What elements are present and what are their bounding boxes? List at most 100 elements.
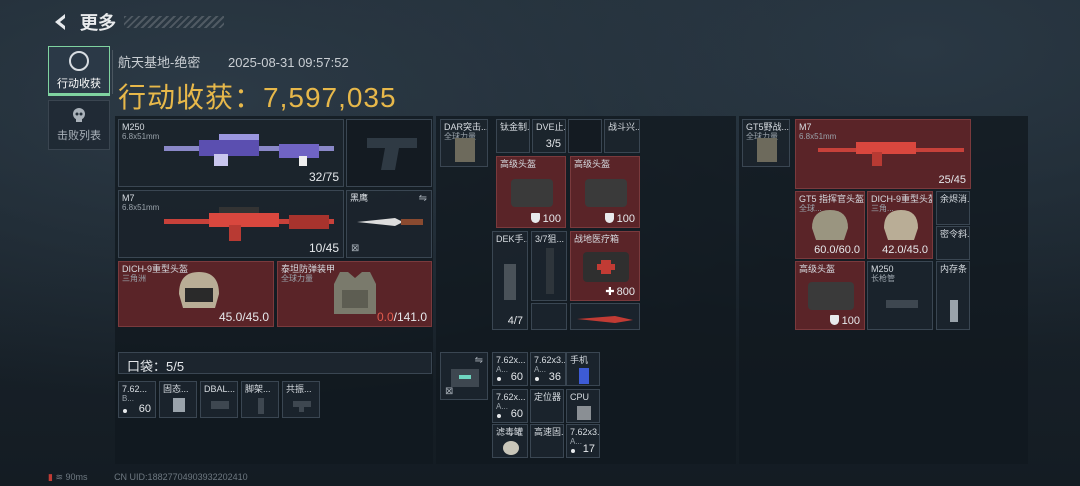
top-bar: 更多 <box>48 8 248 36</box>
backpack-item[interactable]: 7.62x3...A...17 <box>566 424 600 458</box>
item-name: 高级头盔 <box>799 264 836 274</box>
ammo-dot-icon <box>535 377 539 381</box>
stash-item[interactable]: 高级头盔 100 <box>795 261 865 330</box>
item-name: 7.62x3... <box>570 427 600 437</box>
safe-box-slot[interactable]: GT5野战... 全球力量 <box>742 119 790 167</box>
item-name: 3/7狙... <box>535 234 565 244</box>
stash-item[interactable]: M250 长枪管 <box>867 261 933 330</box>
item-name: 高级头盔 <box>574 159 611 169</box>
swap-icon[interactable]: ⇋ <box>419 193 427 204</box>
stash-item[interactable]: GT5 指挥官头盔 全球... 60.0/60.0 <box>795 191 865 259</box>
scope-icon <box>546 248 554 294</box>
back-arrow-icon[interactable] <box>48 9 74 35</box>
rig-item[interactable]: 高级头盔 100 <box>570 156 640 228</box>
chest-rig-slot[interactable]: DAR突击... 全球力量 <box>440 119 488 167</box>
backpack-item[interactable]: CPU <box>566 389 600 423</box>
stash-item[interactable]: M7 6.8x51mm 25/45 <box>795 119 971 189</box>
item-name: 手机 <box>570 355 589 365</box>
item-name: 黑鹰 <box>350 193 369 203</box>
item-count: 100 <box>829 315 860 327</box>
count-value: 800 <box>616 286 635 298</box>
rig-item[interactable]: DVE止... 3/5 <box>532 119 566 153</box>
rig-item[interactable]: 战地医疗箱 ✚ 800 <box>570 231 640 301</box>
helmet-icon <box>812 210 848 240</box>
tab-action-harvest[interactable]: 行动收获 <box>48 46 110 96</box>
item-sub: A... <box>570 437 583 446</box>
haul-amount: 7,597,035 <box>263 82 397 113</box>
rig-item[interactable]: DEK手... 4/7 <box>492 231 528 330</box>
item-name: 滤毒罐 <box>496 427 524 437</box>
target-icon <box>69 51 89 71</box>
pocket-item[interactable]: 脚架... <box>241 381 279 418</box>
tab-label: 行动收获 <box>57 78 101 90</box>
stash-item[interactable]: 余烬消... <box>936 191 970 225</box>
item-name: DEK手... <box>496 234 528 244</box>
battery-icon: ▮ <box>48 472 53 482</box>
laser-sight-icon <box>211 401 229 409</box>
backpack-item[interactable]: 定位器 <box>530 389 564 423</box>
item-name: 共振... <box>286 384 312 394</box>
m7-rifle-icon <box>164 207 334 241</box>
item-count: 17 <box>582 443 595 455</box>
tab-label: 击败列表 <box>57 130 101 142</box>
stash-item[interactable]: 内存条 <box>936 261 970 330</box>
item-count: 36 <box>548 371 561 383</box>
backpack-item[interactable]: 滤毒罐 <box>492 424 528 458</box>
map-name: 航天基地-绝密 <box>118 55 201 70</box>
backpack-item[interactable]: 7.62x... A... 60 <box>492 389 528 423</box>
backpack-item[interactable]: 高速固... <box>530 424 564 458</box>
pocket-item[interactable]: DBAL... <box>200 381 238 418</box>
rig-item[interactable]: 钛金制... <box>496 119 530 153</box>
secondary-weapon-slot[interactable]: M7 6.8x51mm 10/45 <box>118 190 344 258</box>
rig-item[interactable]: 高级头盔 100 <box>496 156 566 228</box>
swap-icon[interactable]: ⇋ <box>475 355 483 366</box>
item-name: 高级头盔 <box>500 159 537 169</box>
backpack-item[interactable]: 7.62x3... A... 36 <box>530 352 566 386</box>
helmet-slot[interactable]: DICH-9重型头盔 三角洲 45.0/45.0 <box>118 261 274 327</box>
pistol-slot[interactable] <box>346 119 432 187</box>
rig-item-empty[interactable] <box>568 119 602 153</box>
skull-icon <box>73 108 85 122</box>
knife-icon <box>357 218 423 226</box>
m7-rifle-icon <box>818 142 964 166</box>
pocket-item[interactable]: 固态... <box>159 381 197 418</box>
pocket-header: 口袋：5/5 <box>118 352 432 374</box>
backpack-item[interactable]: 手机 <box>566 352 600 386</box>
armor-vest-icon <box>334 272 376 314</box>
item-name: 泰坦防弹装甲 <box>281 264 336 274</box>
item-name: 高速固... <box>534 427 564 437</box>
item-count: 100 <box>530 213 561 225</box>
ammo-dot-icon <box>571 449 575 453</box>
item-name: 战斗兴... <box>608 122 640 132</box>
unlocked-icon: ⊠ <box>351 243 360 254</box>
armor-slot[interactable]: 泰坦防弹装甲 全球力量 0.0/141.0 <box>277 261 432 327</box>
m250-rifle-icon <box>164 134 334 166</box>
item-name: 固态... <box>163 384 189 394</box>
pocket-item[interactable]: 共振... <box>282 381 320 418</box>
ammo-count: 32/75 <box>308 170 339 184</box>
pocket-item[interactable]: 7.62... B... 60 <box>118 381 156 418</box>
item-name: 余烬消... <box>940 194 970 204</box>
tab-defeat-list[interactable]: 击败列表 <box>48 100 110 150</box>
backpack-item[interactable]: 7.62x... A... 60 <box>492 352 528 386</box>
rig-item[interactable] <box>531 303 567 330</box>
pistol-placeholder-icon <box>367 138 417 170</box>
rig-item[interactable]: 战斗兴... <box>604 119 640 153</box>
item-sub: B... <box>122 394 135 403</box>
ammo-count: 10/45 <box>308 241 339 255</box>
item-caliber: 6.8x51mm <box>122 132 160 141</box>
rig-item[interactable]: 3/7狙... <box>531 231 567 301</box>
ammo-count: 25/45 <box>938 174 966 186</box>
grenade-icon <box>504 264 516 300</box>
item-name: DVE止... <box>536 122 566 132</box>
melee-slot[interactable]: 黑鹰 ⇋ ⊠ <box>346 190 432 258</box>
stash-item[interactable]: DICH-9重型头盔 三角... 42.0/45.0 <box>867 191 933 259</box>
item-name: CPU <box>570 392 590 402</box>
stash-item[interactable]: 密令斜... <box>936 226 970 260</box>
item-name: 7.62x... <box>496 355 526 365</box>
rig-item[interactable] <box>570 303 640 330</box>
item-caliber: 6.8x51mm <box>122 203 160 212</box>
backpack-slot[interactable]: ⇋ ⊠ <box>440 352 488 400</box>
barrel-icon <box>886 300 918 308</box>
primary-weapon-slot[interactable]: M250 6.8x51mm 32/75 <box>118 119 344 187</box>
